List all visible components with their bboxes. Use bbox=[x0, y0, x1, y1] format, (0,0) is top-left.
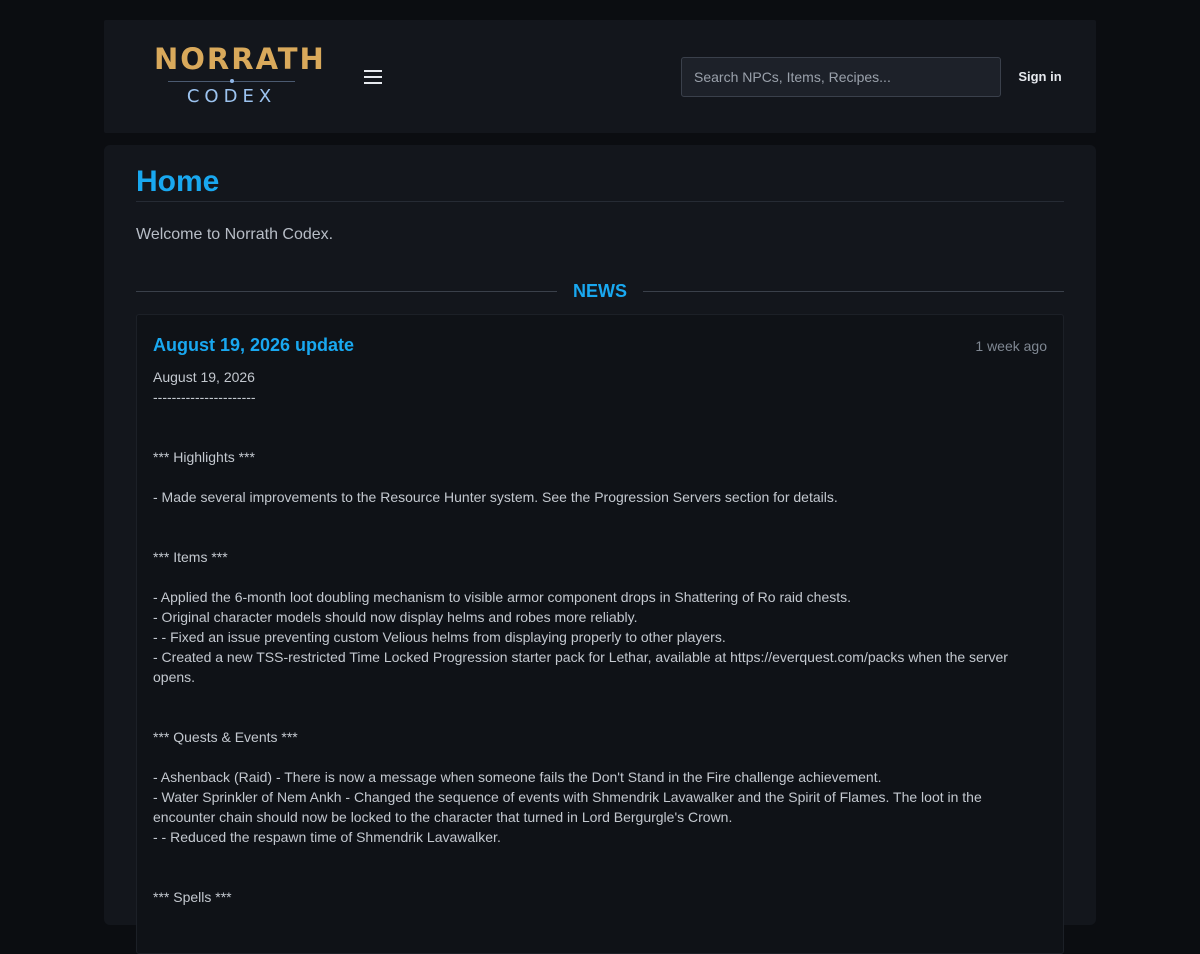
main-content: Home Welcome to Norrath Codex. NEWS Augu… bbox=[104, 145, 1096, 954]
menu-bar bbox=[364, 70, 382, 72]
news-post-line bbox=[153, 707, 1033, 727]
news-post-line bbox=[153, 687, 1033, 707]
news-post-line bbox=[153, 867, 1033, 887]
title-divider bbox=[136, 201, 1064, 202]
search-input[interactable] bbox=[681, 57, 1001, 97]
news-post-line: *** Items *** bbox=[153, 549, 228, 565]
news-post-line bbox=[153, 847, 1033, 867]
news-post-line bbox=[153, 527, 1033, 547]
hamburger-menu-icon[interactable] bbox=[360, 65, 386, 89]
news-section-heading: NEWS bbox=[573, 281, 627, 301]
news-post: August 19, 2026 update 1 week ago August… bbox=[136, 314, 1064, 954]
news-post-line: *** Spells *** bbox=[153, 889, 232, 905]
news-post-line: August 19, 2026 bbox=[153, 369, 255, 385]
news-post-line bbox=[153, 427, 1033, 447]
site-logo[interactable]: NORRATH CODEX bbox=[154, 42, 326, 108]
page-title: Home bbox=[136, 165, 220, 198]
news-post-age: 1 week ago bbox=[975, 338, 1047, 354]
news-post-line: - Water Sprinkler of Nem Ankh - Changed … bbox=[153, 789, 986, 825]
logo-divider-dot bbox=[229, 79, 234, 83]
news-divider-left bbox=[136, 291, 557, 292]
news-post-line: *** Quests & Events *** bbox=[153, 729, 298, 745]
news-divider-right bbox=[643, 291, 1064, 292]
news-post-line: - Created a new TSS-restricted Time Lock… bbox=[153, 649, 1012, 685]
site-header: NORRATH CODEX Sign in bbox=[104, 20, 1096, 133]
news-post-body: August 19, 2026 ---------------------- ***… bbox=[153, 367, 1033, 907]
news-post-line: ---------------------- bbox=[153, 389, 256, 405]
news-post-line bbox=[153, 567, 1033, 587]
logo-wordmark-top: NORRATH bbox=[154, 42, 326, 76]
welcome-text: Welcome to Norrath Codex. bbox=[136, 226, 334, 243]
logo-wordmark-bottom: CODEX bbox=[186, 86, 277, 107]
menu-bar bbox=[364, 76, 382, 78]
news-post-line: - Original character models should now d… bbox=[153, 609, 638, 625]
news-post-line: *** Highlights *** bbox=[153, 449, 255, 465]
logo-divider bbox=[168, 78, 295, 84]
news-post-line: - Ashenback (Raid) - There is now a mess… bbox=[153, 769, 882, 785]
menu-bar bbox=[364, 82, 382, 84]
news-post-line bbox=[153, 507, 1033, 527]
news-post-line: - Applied the 6-month loot doubling mech… bbox=[153, 589, 852, 605]
sign-in-link[interactable]: Sign in bbox=[1008, 68, 1072, 86]
news-post-line: - Made several improvements to the Resou… bbox=[153, 489, 838, 505]
news-post-title[interactable]: August 19, 2026 update bbox=[153, 333, 354, 357]
news-post-line bbox=[153, 747, 1033, 767]
news-post-line bbox=[153, 467, 1033, 487]
news-post-line: - - Fixed an issue preventing custom Vel… bbox=[153, 629, 726, 645]
news-post-line bbox=[153, 407, 1033, 427]
news-post-line: - - Reduced the respawn time of Shmendri… bbox=[153, 829, 501, 845]
